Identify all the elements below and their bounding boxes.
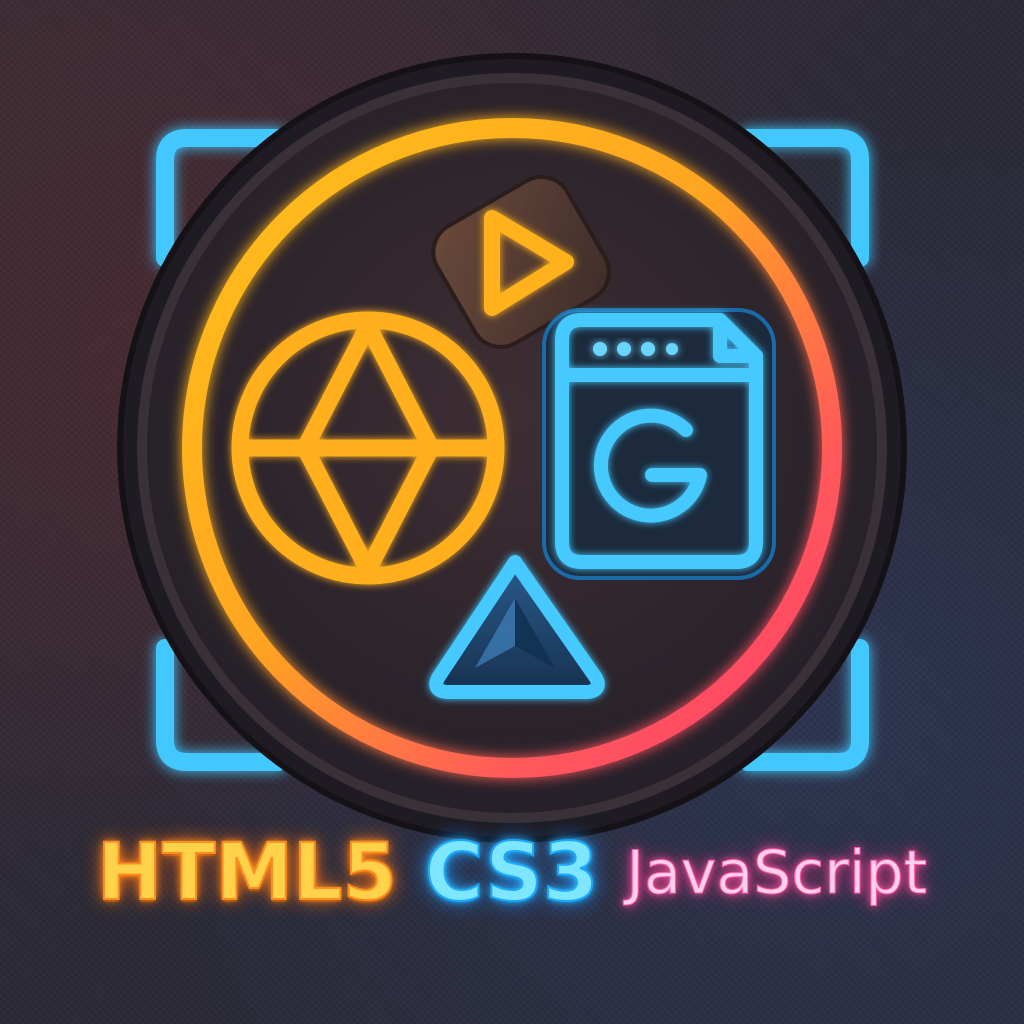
technology-labels: HTML5 CS3 JavaScript [0, 818, 1024, 928]
label-html5: HTML5 [96, 828, 398, 918]
label-css3: CS3 [424, 826, 599, 919]
logo-canvas: HTML5 CS3 JavaScript [0, 0, 1024, 1024]
browser-window-icon [542, 308, 776, 580]
label-javascript: JavaScript [626, 838, 928, 908]
